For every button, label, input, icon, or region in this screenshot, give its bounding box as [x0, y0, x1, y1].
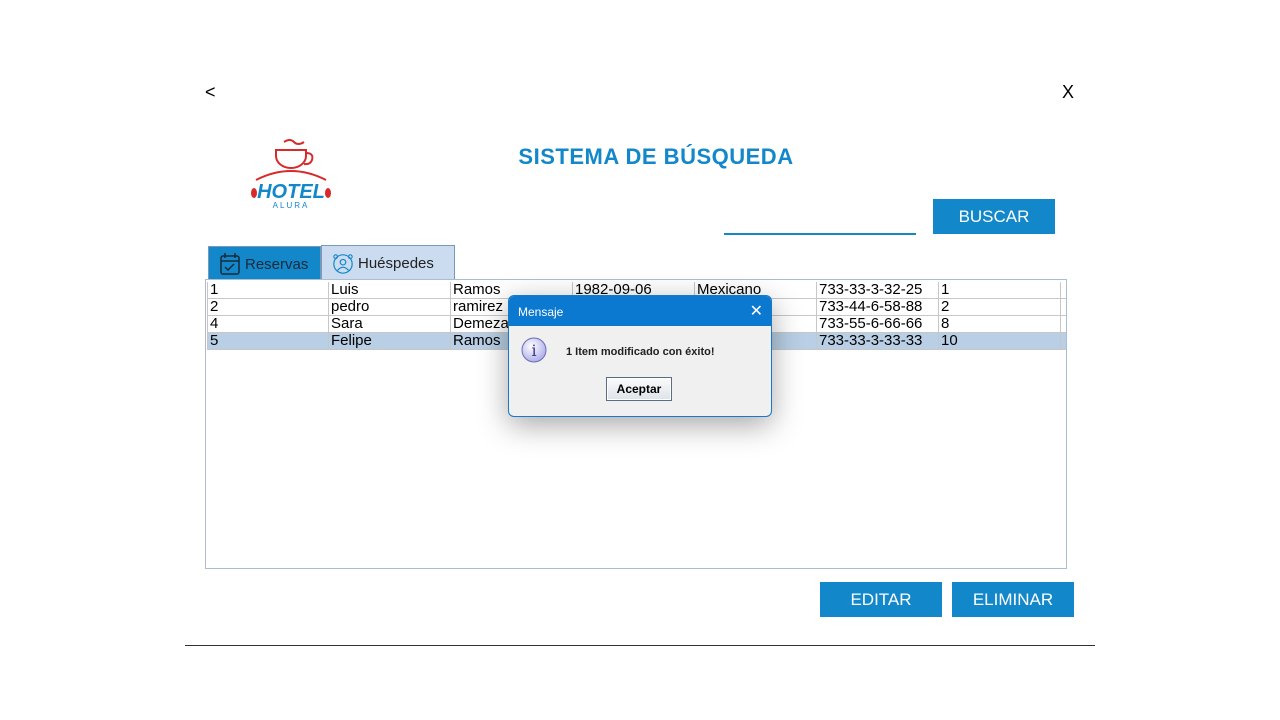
tab-huespedes[interactable]: Huéspedes: [321, 245, 455, 281]
dialog-close-icon[interactable]: ✕: [750, 301, 763, 321]
delete-button[interactable]: ELIMINAR: [952, 582, 1074, 617]
table-cell: 4: [207, 316, 329, 332]
message-dialog: Mensaje ✕ i 1 Item modificado con éxito!…: [508, 295, 772, 417]
table-cell: 5: [207, 333, 329, 349]
guests-icon: [333, 253, 353, 274]
svg-text:ALURA: ALURA: [273, 201, 310, 210]
tab-reservas-label: Reservas: [245, 255, 309, 273]
table-cell: 2: [207, 299, 329, 315]
edit-button[interactable]: EDITAR: [820, 582, 942, 617]
table-cell: Sara: [329, 316, 451, 332]
search-button[interactable]: BUSCAR: [933, 199, 1055, 234]
table-cell: 1: [207, 282, 329, 298]
table-cell: Luis: [329, 282, 451, 298]
table-cell: Felipe: [329, 333, 451, 349]
dialog-message: 1 Item modificado con éxito!: [566, 346, 715, 358]
table-cell: pedro: [329, 299, 451, 315]
ok-button[interactable]: Aceptar: [606, 377, 672, 401]
tab-reservas[interactable]: Reservas: [208, 246, 321, 281]
svg-text:HOTEL: HOTEL: [257, 181, 325, 203]
close-button[interactable]: X: [1062, 82, 1074, 103]
table-cell: 1: [939, 282, 1061, 298]
calendar-check-icon: [220, 253, 240, 275]
search-input[interactable]: [724, 203, 916, 235]
divider: [185, 645, 1095, 646]
table-cell: 8: [939, 316, 1061, 332]
table-cell: 733-33-3-32-25: [817, 282, 939, 298]
back-button[interactable]: <: [205, 82, 216, 103]
table-cell: 733-55-6-66-66: [817, 316, 939, 332]
tab-huespedes-label: Huéspedes: [358, 255, 434, 272]
table-cell: 733-33-3-33-33: [817, 333, 939, 349]
table-cell: 10: [939, 333, 1061, 349]
table-cell: 2: [939, 299, 1061, 315]
svg-text:i: i: [531, 341, 536, 360]
table-cell: 733-44-6-58-88: [817, 299, 939, 315]
hotel-logo: HOTEL ALURA: [246, 136, 336, 212]
info-icon: i: [521, 337, 547, 363]
dialog-titlebar[interactable]: Mensaje ✕: [509, 296, 771, 326]
page-title: SISTEMA DE BÚSQUEDA: [518, 144, 794, 169]
dialog-title: Mensaje: [518, 305, 564, 319]
